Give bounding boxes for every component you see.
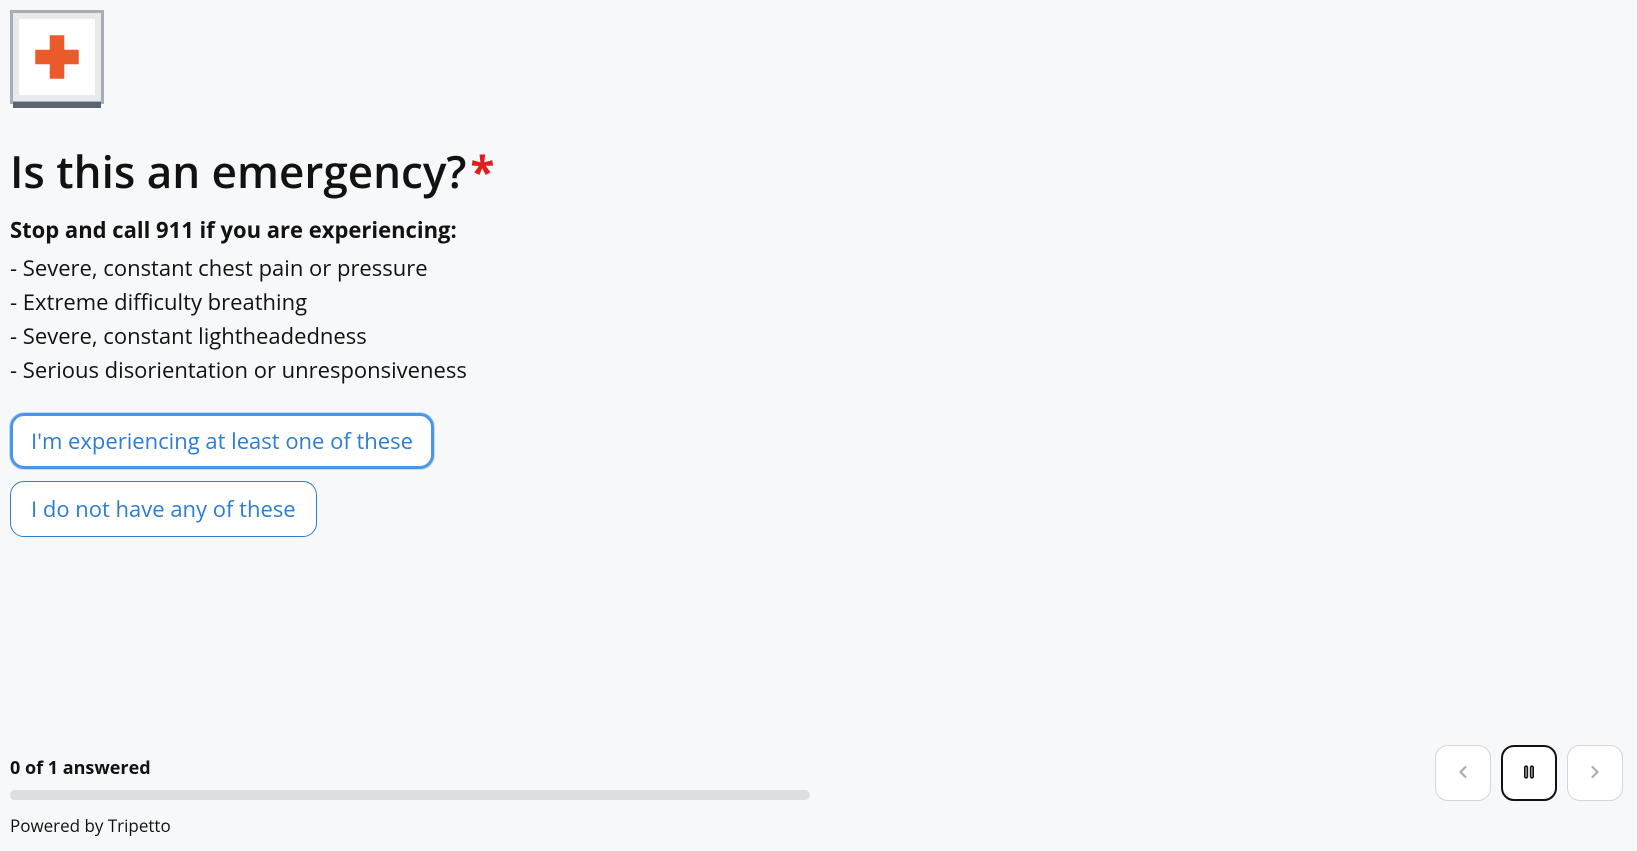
pause-button[interactable]: [1501, 745, 1557, 801]
medical-cross-icon: [10, 10, 104, 104]
nav-buttons: [1435, 745, 1623, 801]
prev-button[interactable]: [1435, 745, 1491, 801]
option-experiencing[interactable]: I'm experiencing at least one of these: [10, 413, 434, 469]
progress-text: 0 of 1 answered: [10, 756, 1627, 780]
bullet-item: - Extreme difficulty breathing: [10, 285, 1627, 319]
question-subheading: Stop and call 911 if you are experiencin…: [10, 215, 1627, 245]
powered-by[interactable]: Powered by Tripetto: [10, 814, 1627, 837]
required-mark: *: [470, 141, 494, 201]
chevron-left-icon: [1453, 762, 1473, 785]
question-title: Is this an emergency?*: [10, 146, 1627, 197]
answer-options: I'm experiencing at least one of these I…: [10, 413, 1627, 537]
progress-bar: [10, 790, 810, 800]
bullet-item: - Severe, constant lightheadedness: [10, 319, 1627, 353]
bullet-item: - Severe, constant chest pain or pressur…: [10, 251, 1627, 285]
next-button[interactable]: [1567, 745, 1623, 801]
question-title-text: Is this an emergency?: [10, 141, 466, 201]
footer: 0 of 1 answered Powered by Tripetto: [0, 746, 1637, 851]
option-not-experiencing[interactable]: I do not have any of these: [10, 481, 317, 537]
question-bullets: - Severe, constant chest pain or pressur…: [10, 251, 1627, 387]
bullet-item: - Serious disorientation or unresponsive…: [10, 353, 1627, 387]
pause-icon: [1519, 762, 1539, 785]
chevron-right-icon: [1585, 762, 1605, 785]
